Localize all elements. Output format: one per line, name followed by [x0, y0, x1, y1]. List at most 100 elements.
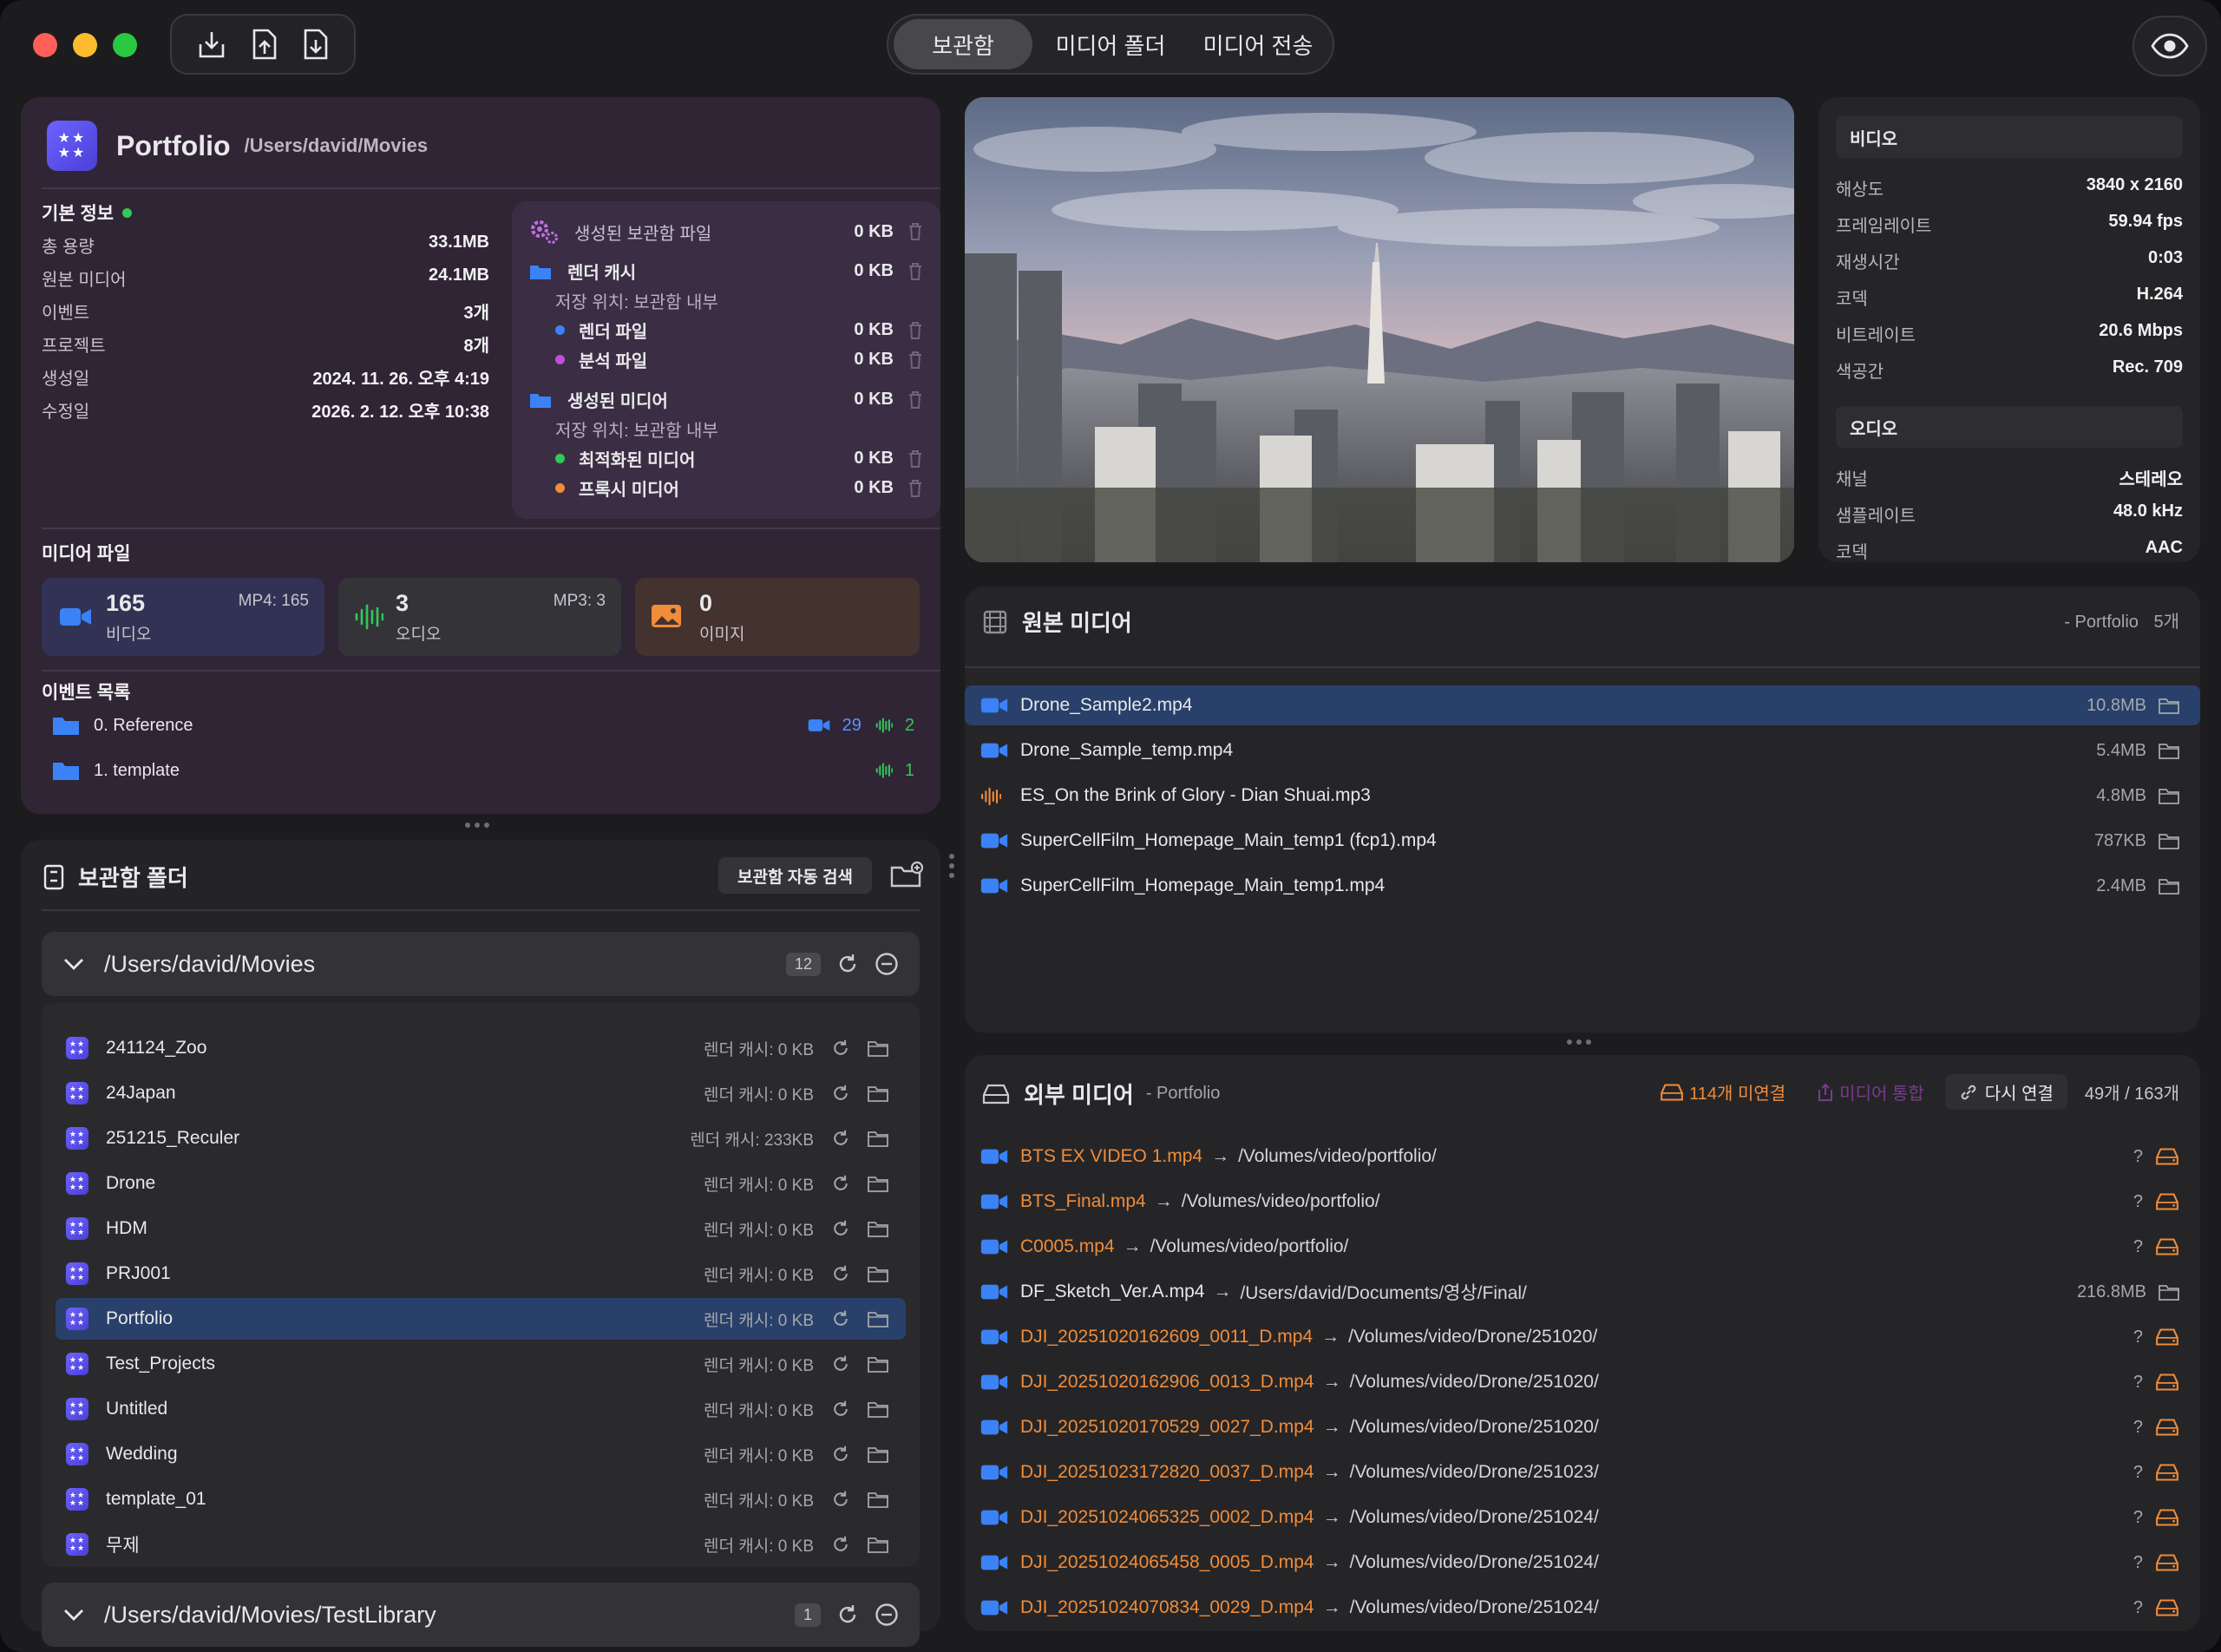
refresh-icon[interactable] — [831, 1535, 850, 1554]
library-item[interactable]: ★★ ★★ Untitled 렌더 캐시: 0 KB — [56, 1388, 906, 1430]
trash-icon[interactable] — [907, 479, 923, 498]
missing-drive-icon[interactable] — [2155, 1418, 2179, 1437]
missing-drive-icon[interactable] — [2155, 1192, 2179, 1211]
unlinked-count[interactable]: 114개 미연결 — [1689, 1079, 1785, 1105]
library-item[interactable]: ★★ ★★ Test_Projects 렌더 캐시: 0 KB — [56, 1343, 906, 1385]
open-folder-icon[interactable] — [868, 1355, 888, 1373]
library-item[interactable]: ★★ ★★ Drone 렌더 캐시: 0 KB — [56, 1163, 906, 1204]
missing-drive-icon[interactable] — [2155, 1463, 2179, 1482]
resize-handle[interactable] — [465, 823, 489, 828]
image-count-card[interactable]: 0 이미지 — [635, 578, 920, 656]
open-folder-icon[interactable] — [868, 1175, 888, 1192]
refresh-icon[interactable] — [831, 1129, 850, 1148]
trash-icon[interactable] — [907, 351, 923, 370]
missing-drive-icon[interactable] — [2155, 1237, 2179, 1256]
remove-circle-icon[interactable] — [875, 1603, 899, 1627]
media-file-row[interactable]: ES_On the Brink of Glory - Dian Shuai.mp… — [965, 776, 2200, 816]
trash-icon[interactable] — [907, 222, 923, 241]
minimize-window-button[interactable] — [73, 33, 97, 57]
tab-media-folder[interactable]: 미디어 폴더 — [1032, 19, 1189, 69]
import-tray-icon[interactable] — [197, 29, 226, 60]
chevron-down-icon[interactable] — [62, 957, 85, 971]
external-media-row[interactable]: DF_Sketch_Ver.A.mp4 → /Users/david/Documen… — [965, 1272, 2200, 1312]
add-folder-icon[interactable] — [890, 861, 923, 888]
export-document-icon[interactable] — [252, 28, 278, 61]
media-file-row[interactable]: Drone_Sample_temp.mp4 5.4MB — [965, 731, 2200, 770]
refresh-icon[interactable] — [831, 1084, 850, 1103]
library-item[interactable]: ★★ ★★ template_01 렌더 캐시: 0 KB — [56, 1478, 906, 1520]
folder-group-header[interactable]: /Users/david/Movies/TestLibrary 1 — [42, 1583, 920, 1647]
external-media-row[interactable]: DJI_20251023172820_0037_D.mp4 → /Volumes/v… — [965, 1452, 2200, 1492]
missing-drive-icon[interactable] — [2155, 1328, 2179, 1347]
missing-drive-icon[interactable] — [2155, 1147, 2179, 1166]
auto-search-button[interactable]: 보관함 자동 검색 — [718, 857, 872, 894]
video-count-card[interactable]: 165 비디오 MP4: 165 — [42, 578, 324, 656]
zoom-window-button[interactable] — [113, 33, 137, 57]
refresh-icon[interactable] — [831, 1309, 850, 1328]
folder-group-header[interactable]: /Users/david/Movies 12 — [42, 932, 920, 996]
reveal-folder-icon[interactable] — [2159, 832, 2179, 849]
reveal-folder-icon[interactable] — [2159, 697, 2179, 714]
missing-drive-icon[interactable] — [2155, 1553, 2179, 1572]
library-item[interactable]: ★★ ★★ 무제 렌더 캐시: 0 KB — [56, 1524, 906, 1565]
external-media-row[interactable]: C0005.mp4 → /Volumes/video/portfolio/? — [965, 1227, 2200, 1267]
trash-icon[interactable] — [907, 449, 923, 469]
external-media-row[interactable]: DJI_20251024065325_0002_D.mp4 → /Volumes/v… — [965, 1498, 2200, 1537]
open-folder-icon[interactable] — [868, 1491, 888, 1508]
tab-media-transfer[interactable]: 미디어 전송 — [1189, 19, 1327, 69]
open-folder-icon[interactable] — [868, 1130, 888, 1147]
library-item[interactable]: ★★ ★★ Portfolio 렌더 캐시: 0 KB — [56, 1298, 906, 1340]
external-media-row[interactable]: BTS_Final.mp4 → /Volumes/video/portfolio/? — [965, 1182, 2200, 1222]
reveal-folder-icon[interactable] — [2159, 787, 2179, 804]
missing-drive-icon[interactable] — [2155, 1373, 2179, 1392]
media-file-row[interactable]: SuperCellFilm_Homepage_Main_temp1 (fcp1)… — [965, 821, 2200, 861]
refresh-icon[interactable] — [831, 1174, 850, 1193]
close-window-button[interactable] — [33, 33, 57, 57]
media-file-row[interactable]: Drone_Sample2.mp4 10.8MB — [965, 685, 2200, 725]
open-folder-icon[interactable] — [868, 1039, 888, 1057]
library-item[interactable]: ★★ ★★ PRJ001 렌더 캐시: 0 KB — [56, 1253, 906, 1295]
media-file-row[interactable]: SuperCellFilm_Homepage_Main_temp1.mp4 2.4… — [965, 866, 2200, 906]
audio-count-card[interactable]: 3 오디오 MP3: 3 — [338, 578, 621, 656]
external-media-row[interactable]: DJI_20251020170529_0027_D.mp4 → /Volumes/v… — [965, 1407, 2200, 1447]
chevron-down-icon[interactable] — [62, 1608, 85, 1622]
library-item[interactable]: ★★ ★★ 251215_Reculer 렌더 캐시: 233KB — [56, 1118, 906, 1159]
external-media-row[interactable]: DJI_20251020162906_0013_D.mp4 → /Volumes/v… — [965, 1362, 2200, 1402]
external-media-row[interactable]: DJI_20251024070834_0029_D.mp4 → /Volumes/v… — [965, 1588, 2200, 1628]
reveal-folder-icon[interactable] — [2159, 877, 2179, 895]
open-folder-icon[interactable] — [868, 1310, 888, 1328]
open-folder-icon[interactable] — [868, 1220, 888, 1237]
open-folder-icon[interactable] — [868, 1265, 888, 1282]
refresh-icon[interactable] — [831, 1219, 850, 1238]
missing-drive-icon[interactable] — [2155, 1598, 2179, 1617]
library-item[interactable]: ★★ ★★ Wedding 렌더 캐시: 0 KB — [56, 1433, 906, 1475]
refresh-icon[interactable] — [831, 1039, 850, 1058]
remove-circle-icon[interactable] — [875, 952, 899, 976]
open-folder-icon[interactable] — [868, 1085, 888, 1102]
reveal-folder-icon[interactable] — [2159, 742, 2179, 759]
resize-handle[interactable] — [1567, 1039, 1591, 1045]
refresh-icon[interactable] — [836, 953, 859, 975]
library-item[interactable]: ★★ ★★ HDM 렌더 캐시: 0 KB — [56, 1208, 906, 1249]
refresh-icon[interactable] — [831, 1490, 850, 1509]
download-document-icon[interactable] — [303, 28, 329, 61]
preview-toggle-button[interactable] — [2133, 16, 2207, 76]
library-item[interactable]: ★★ ★★ 24Japan 렌더 캐시: 0 KB — [56, 1072, 906, 1114]
trash-icon[interactable] — [907, 390, 923, 410]
refresh-icon[interactable] — [831, 1264, 850, 1283]
refresh-icon[interactable] — [831, 1354, 850, 1373]
tab-library[interactable]: 보관함 — [894, 19, 1032, 69]
refresh-icon[interactable] — [831, 1445, 850, 1464]
open-folder-icon[interactable] — [868, 1446, 888, 1463]
resize-handle[interactable] — [949, 854, 954, 878]
missing-drive-icon[interactable] — [2155, 1508, 2179, 1527]
library-item[interactable]: ★★ ★★ 241124_Zoo 렌더 캐시: 0 KB — [56, 1027, 906, 1069]
relink-button[interactable]: 다시 연결 — [1944, 1074, 2067, 1110]
consolidate-media-button[interactable]: 미디어 통합 — [1839, 1079, 1924, 1105]
refresh-icon[interactable] — [831, 1400, 850, 1419]
reveal-folder-icon[interactable] — [2159, 1283, 2179, 1301]
external-media-row[interactable]: DJI_20251020162609_0011_D.mp4 → /Volumes/v… — [965, 1317, 2200, 1357]
trash-icon[interactable] — [907, 262, 923, 281]
video-preview[interactable] — [965, 97, 1794, 562]
trash-icon[interactable] — [907, 321, 923, 340]
